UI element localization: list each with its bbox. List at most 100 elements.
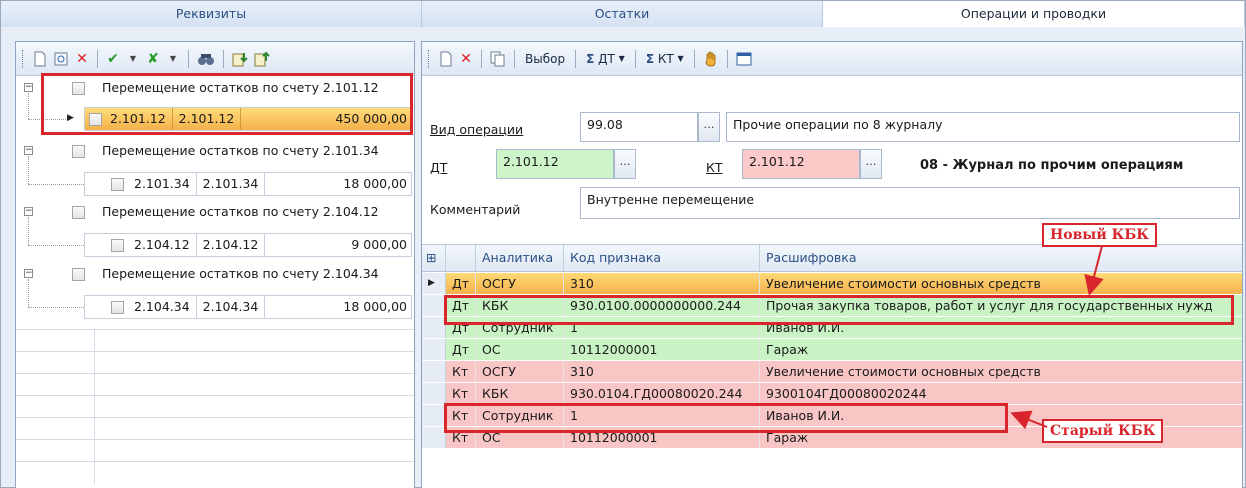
header-code[interactable]: Код признака	[564, 245, 760, 271]
analytics-row[interactable]: Дт ОС 10112000001 Гараж	[422, 339, 1242, 361]
header-description[interactable]: Расшифровка	[760, 245, 1242, 271]
row-code[interactable]: 10112000001	[564, 339, 760, 360]
operation-code-picker-button[interactable]: …	[698, 112, 720, 142]
tab-operations[interactable]: Операции и проводки	[823, 1, 1245, 27]
posting-row[interactable]: 2.104.12 2.104.12 9 000,00	[84, 233, 412, 257]
collapse-icon[interactable]: −	[24, 83, 33, 92]
delete-icon[interactable]: ✕	[457, 47, 475, 71]
operation-details-panel: ✕ Выбор Σ ДТ ▼ Σ КТ ▼ Вид операции 99.08…	[421, 41, 1243, 488]
row-side: Кт	[446, 361, 476, 382]
row-indicator[interactable]	[422, 361, 446, 382]
toolbar-separator	[481, 49, 482, 68]
analytics-row[interactable]: Кт КБК 930.0104.ГД00080020.244 9300104ГД000…	[422, 383, 1242, 405]
posting-row[interactable]: 2.101.34 2.101.34 18 000,00	[84, 172, 412, 196]
row-indicator[interactable]	[422, 427, 446, 448]
analytics-row[interactable]: Кт ОСГУ 310 Увеличение стоимости основных с…	[422, 361, 1242, 383]
toolbar-grip[interactable]	[428, 49, 431, 68]
dropdown-arrow-icon[interactable]: ▼	[124, 47, 142, 71]
collapse-icon[interactable]: −	[24, 207, 33, 216]
row-indicator[interactable]	[422, 317, 446, 338]
empty-row	[16, 351, 414, 374]
toolbar-separator	[634, 49, 636, 68]
journal-name: 08 - Журнал по прочим операциям	[920, 158, 1184, 173]
import-icon[interactable]	[230, 47, 250, 71]
hand-icon[interactable]	[701, 47, 721, 71]
highlight-box	[41, 73, 413, 135]
collapse-icon[interactable]: −	[24, 146, 33, 155]
delete-icon[interactable]: ✕	[73, 47, 91, 71]
tab-requisites[interactable]: Реквизиты	[1, 1, 422, 27]
row-indicator[interactable]	[422, 405, 446, 426]
new-document-icon[interactable]	[31, 47, 49, 71]
toolbar-separator	[693, 49, 695, 68]
group-checkbox[interactable]	[72, 145, 85, 158]
toolbar-grip[interactable]	[22, 49, 25, 68]
tree-connector	[28, 93, 29, 119]
group-checkbox[interactable]	[72, 268, 85, 281]
kt-label[interactable]: КТ	[706, 160, 723, 175]
row-side: Дт	[446, 339, 476, 360]
unapprove-icon[interactable]: ✘	[144, 47, 162, 71]
copy-icon[interactable]	[488, 47, 508, 71]
tab-strip: Реквизиты Остатки Операции и проводки	[1, 1, 1245, 27]
tree-group[interactable]: − Перемещение остатков по счету 2.104.34	[16, 263, 414, 285]
row-side: Дт	[446, 273, 476, 294]
tab-balances[interactable]: Остатки	[422, 1, 823, 27]
operation-type-label[interactable]: Вид операции	[430, 122, 523, 137]
group-checkbox[interactable]	[72, 206, 85, 219]
row-code[interactable]: 310	[564, 361, 760, 382]
comment-field[interactable]: Внутренне перемещение	[580, 187, 1240, 219]
operation-code-field[interactable]: 99.08	[580, 112, 698, 142]
row-checkbox[interactable]	[111, 177, 124, 191]
column-chooser-icon[interactable]: ⊞	[422, 245, 446, 271]
sum-dt-button[interactable]: Σ ДТ ▼	[582, 47, 629, 71]
grid-header: ⊞ Аналитика Код признака Расшифровка	[422, 244, 1242, 272]
sum-kt-button[interactable]: Σ КТ ▼	[642, 47, 688, 71]
row-analytic: ОСГУ	[476, 273, 564, 294]
kt-account-field[interactable]: 2.101.12	[742, 149, 860, 179]
preview-icon[interactable]	[51, 47, 71, 71]
tree-group[interactable]: − Перемещение остатков по счету 2.101.34	[16, 140, 414, 162]
empty-row	[16, 373, 414, 396]
amount: 9 000,00	[351, 237, 407, 252]
row-indicator[interactable]	[422, 339, 446, 360]
group-label: Перемещение остатков по счету 2.104.34	[102, 266, 379, 281]
posting-row[interactable]: 2.104.34 2.104.34 18 000,00	[84, 295, 412, 319]
credit-account: 2.104.34	[197, 296, 266, 318]
approve-icon[interactable]: ✔	[104, 47, 122, 71]
dropdown-arrow-icon[interactable]: ▼	[164, 47, 182, 71]
operation-name-field[interactable]: Прочие операции по 8 журналу	[726, 112, 1240, 142]
collapse-icon[interactable]: −	[24, 269, 33, 278]
comment-label: Комментарий	[430, 202, 521, 217]
toolbar-separator	[514, 49, 515, 68]
row-indicator[interactable]	[422, 383, 446, 404]
analytics-row[interactable]: ▶ Дт ОСГУ 310 Увеличение стоимости основных …	[422, 273, 1242, 295]
new-kbk-callout: Новый КБК	[1042, 223, 1158, 247]
sum-icon: Σ	[645, 51, 655, 66]
tree-group[interactable]: − Перемещение остатков по счету 2.104.12	[16, 201, 414, 223]
header-side	[446, 245, 476, 271]
row-checkbox[interactable]	[111, 238, 124, 252]
kt-account-picker-button[interactable]: …	[860, 149, 882, 179]
select-button[interactable]: Выбор	[521, 47, 569, 71]
row-description: Увеличение стоимости основных средств	[766, 276, 1041, 291]
row-indicator[interactable]: ▶	[422, 273, 446, 294]
window-icon[interactable]	[734, 47, 754, 71]
tree-connector	[28, 279, 29, 307]
row-indicator[interactable]	[422, 295, 446, 316]
empty-row	[16, 461, 414, 484]
tree-connector	[28, 156, 29, 184]
row-code[interactable]: 930.0104.ГД00080020.244	[564, 383, 760, 404]
header-analytic[interactable]: Аналитика	[476, 245, 564, 271]
find-icon[interactable]	[195, 47, 217, 71]
dt-label[interactable]: ДТ	[430, 160, 447, 175]
app-window: Реквизиты Остатки Операции и проводки ✕ …	[0, 0, 1246, 488]
new-document-icon[interactable]	[437, 47, 455, 71]
dt-account-field[interactable]: 2.101.12	[496, 149, 614, 179]
dt-account-picker-button[interactable]: …	[614, 149, 636, 179]
row-description: Увеличение стоимости основных средств	[766, 364, 1041, 379]
row-code[interactable]: 310	[564, 273, 760, 294]
debit-account: 2.101.34	[128, 173, 197, 195]
row-checkbox[interactable]	[111, 300, 124, 314]
export-icon[interactable]	[252, 47, 272, 71]
